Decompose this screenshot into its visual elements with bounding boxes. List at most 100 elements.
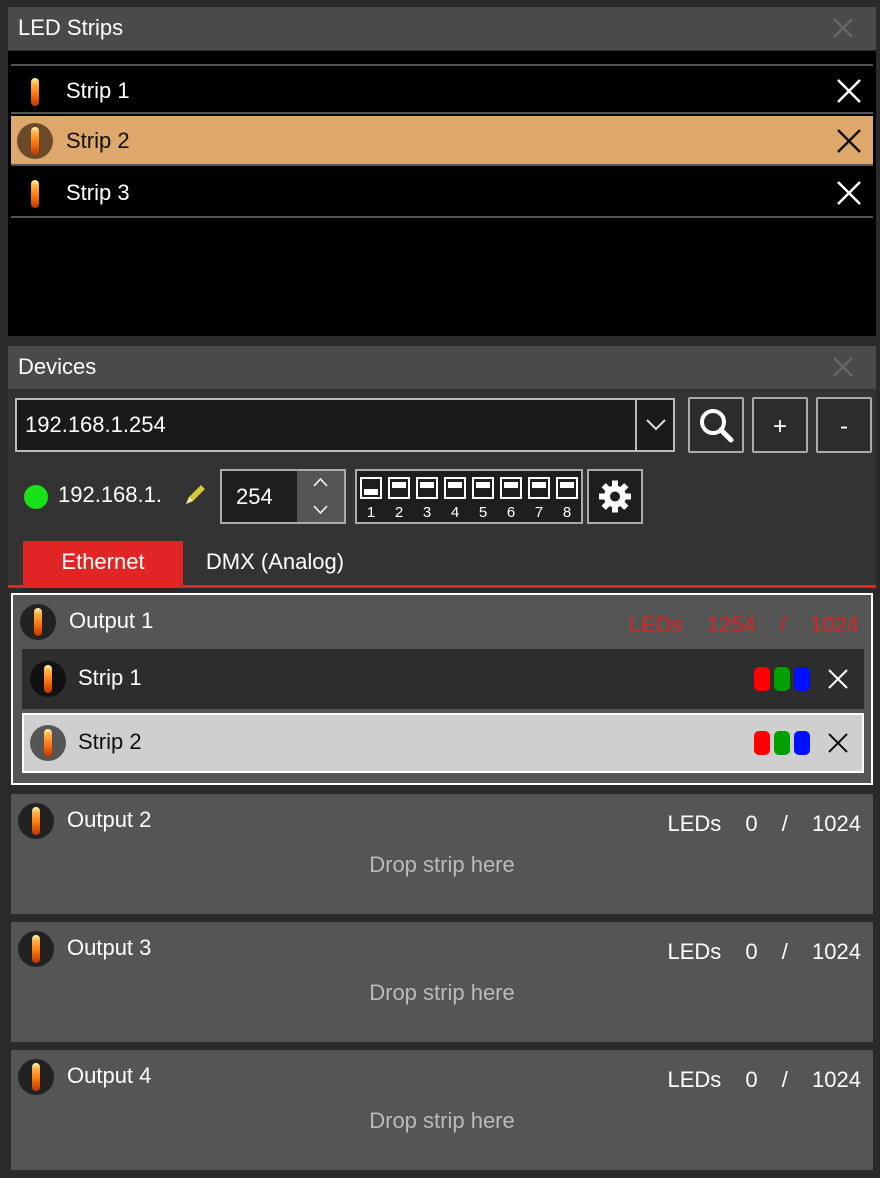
led-count-max: 1024 [810, 612, 859, 637]
add-device-button[interactable]: + [752, 397, 808, 453]
led-count-separator: / [781, 811, 788, 836]
blue-channel-indicator [794, 667, 810, 691]
output-slot[interactable]: Output 1 LEDs 1254 / 1024 Strip 1 Strip … [11, 593, 873, 785]
strip-list-item[interactable]: Strip 3 [11, 168, 873, 218]
led-count-label: LEDs [667, 811, 722, 836]
search-icon [700, 409, 734, 443]
panel-title: LED Strips [18, 15, 124, 40]
strip-list-item-selected[interactable]: Strip 2 [11, 116, 873, 166]
assigned-strip-name: Strip 1 [78, 665, 142, 690]
blue-channel-indicator [794, 731, 810, 755]
dip-switch[interactable] [472, 477, 494, 499]
device-ip-combobox[interactable]: 192.168.1.254 [15, 398, 675, 452]
output-title: Output 2 [67, 807, 152, 832]
add-device-label: + [772, 413, 787, 440]
led-strips-list: Strip 1 Strip 2 Strip 3 [8, 51, 876, 336]
output-slot[interactable]: Output 4 LEDs 0 / 1024 Drop strip here [11, 1050, 873, 1170]
connection-status-indicator [24, 485, 48, 509]
assigned-strip-selected[interactable]: Strip 2 [22, 713, 864, 773]
output-title: Output 4 [67, 1063, 152, 1088]
device-ip-value: 192.168.1.254 [25, 412, 166, 437]
panel-title: Devices [18, 354, 97, 379]
led-tube-icon [18, 931, 54, 967]
led-count-label: LEDs [667, 939, 722, 964]
last-octet-value: 254 [236, 484, 273, 509]
output-title: Output 3 [67, 935, 152, 960]
led-count-used: 0 [745, 811, 758, 836]
led-count-used: 1254 [706, 612, 756, 637]
chevron-down-icon[interactable] [297, 497, 344, 522]
delete-strip-icon[interactable] [835, 77, 863, 105]
led-count-max: 1024 [812, 1067, 861, 1092]
devices-panel-header: Devices [8, 346, 876, 389]
ip-prefix-label: 192.168.1. [58, 482, 162, 507]
remove-strip-icon[interactable] [826, 667, 850, 691]
last-octet-stepper[interactable]: 254 [220, 469, 346, 524]
led-tube-icon [31, 180, 39, 208]
dip-switch-number: 8 [562, 504, 572, 521]
dip-switch-number: 5 [478, 504, 488, 521]
assigned-strip[interactable]: Strip 1 [22, 649, 864, 709]
led-count: LEDs 0 / 1024 [668, 939, 862, 965]
output-title: Output 1 [69, 608, 154, 633]
edit-pencil-icon[interactable] [180, 480, 210, 510]
led-tube-icon [30, 661, 66, 697]
dip-switch-number: 4 [450, 504, 460, 521]
device-settings-button[interactable] [587, 469, 643, 524]
combobox-dropdown-button[interactable] [635, 400, 673, 450]
remove-device-label: - [840, 413, 848, 440]
dip-switch[interactable] [416, 477, 438, 499]
tab-ethernet[interactable]: Ethernet [23, 541, 183, 585]
assigned-strip-name: Strip 2 [78, 729, 142, 754]
led-tube-icon [18, 1059, 54, 1095]
led-count: LEDs 0 / 1024 [668, 811, 862, 837]
led-count: LEDs 1254 / 1024 [629, 612, 859, 638]
dip-switch[interactable] [360, 477, 382, 499]
dip-switch[interactable] [528, 477, 550, 499]
close-panel-icon[interactable] [830, 354, 856, 380]
led-tube-icon [20, 604, 56, 640]
led-count-label: LEDs [667, 1067, 722, 1092]
led-tube-icon [31, 78, 39, 106]
led-count-used: 0 [745, 939, 758, 964]
red-channel-indicator [754, 667, 770, 691]
led-tube-icon [18, 803, 54, 839]
red-channel-indicator [754, 731, 770, 755]
dip-switch-number: 1 [366, 504, 376, 521]
led-tube-icon [17, 123, 53, 159]
delete-strip-icon[interactable] [835, 179, 863, 207]
drop-zone-hint: Drop strip here [369, 1108, 515, 1133]
stepper-buttons [297, 471, 344, 522]
strip-list-item[interactable]: Strip 1 [11, 64, 873, 114]
chevron-up-icon[interactable] [297, 471, 344, 496]
dip-switch-number: 6 [506, 504, 516, 521]
tab-underline [8, 585, 876, 588]
tab-dmx-analog[interactable]: DMX (Analog) [190, 541, 360, 585]
led-count-max: 1024 [812, 811, 861, 836]
dip-switch-number: 2 [394, 504, 404, 521]
dip-switch[interactable] [500, 477, 522, 499]
output-slot[interactable]: Output 3 LEDs 0 / 1024 Drop strip here [11, 922, 873, 1042]
strip-name: Strip 3 [66, 180, 130, 205]
strip-name: Strip 1 [66, 78, 130, 103]
delete-strip-icon[interactable] [835, 127, 863, 155]
dip-switch-number: 7 [534, 504, 544, 521]
dip-switch-bank: 1 2 3 4 5 6 7 8 [355, 469, 583, 524]
led-count-separator: / [779, 612, 786, 637]
gear-icon [599, 480, 631, 513]
tab-label: Ethernet [61, 549, 145, 574]
dip-switch[interactable] [388, 477, 410, 499]
dip-switch[interactable] [444, 477, 466, 499]
search-devices-button[interactable] [688, 397, 744, 453]
output-slot[interactable]: Output 2 LEDs 0 / 1024 Drop strip here [11, 794, 873, 914]
close-panel-icon[interactable] [830, 15, 856, 41]
led-count: LEDs 0 / 1024 [668, 1067, 862, 1093]
led-tube-icon [30, 725, 66, 761]
remove-strip-icon[interactable] [826, 731, 850, 755]
dip-switch[interactable] [556, 477, 578, 499]
remove-device-button[interactable]: - [816, 397, 872, 453]
green-channel-indicator [774, 667, 790, 691]
green-channel-indicator [774, 731, 790, 755]
led-count-label: LEDs [628, 612, 683, 637]
dip-switch-number: 3 [422, 504, 432, 521]
